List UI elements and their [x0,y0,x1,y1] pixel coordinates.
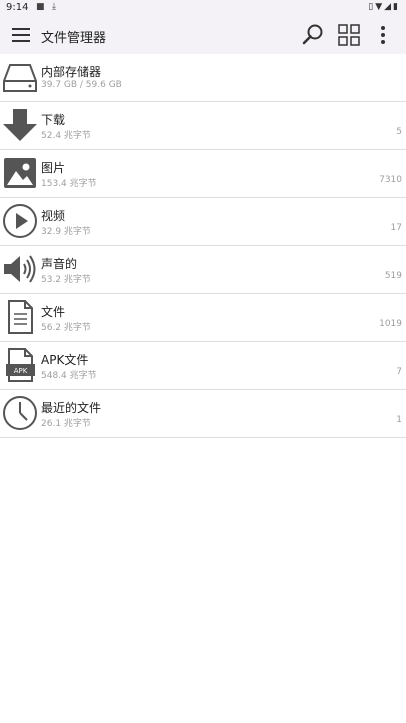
apk-icon: APK [6,348,35,382]
search-icon [302,24,323,45]
item-name: 最近的文件 [41,401,102,415]
wifi-icon: ▼ [375,2,385,12]
search-button[interactable] [300,22,326,48]
item-size: 52.4 兆字节 [41,131,91,141]
item-name: 图片 [41,161,66,175]
item-name: 下载 [41,113,66,127]
file-category-list: 内部存储器 39.7 GB / 59.6 GB 下载 52.4 兆字节 5 图片… [0,54,406,438]
item-size: 548.4 兆字节 [41,371,97,381]
item-name: 视频 [41,209,66,223]
document-icon [8,300,33,334]
item-name: 文件 [41,305,66,319]
status-bar: 9:14 ■ ⤓ ▯▼◢▮ [0,0,406,16]
item-count: 519 [384,271,402,281]
clock-icon [3,396,37,430]
item-count: 7310 [379,175,402,185]
list-item-audio[interactable]: 声音的 53.2 兆字节 519 [0,246,406,294]
item-size: 153.4 兆字节 [41,179,97,189]
item-count: 17 [390,223,402,233]
menu-icon-line [12,40,30,42]
app-title: 文件管理器 [41,31,107,46]
item-count: 5 [396,127,402,137]
item-count: 7 [396,367,402,377]
menu-button[interactable] [10,25,32,45]
download-notification-icon: ⤓ [52,2,56,12]
more-options-button[interactable] [372,22,394,48]
list-item-documents[interactable]: 文件 56.2 兆字节 1019 [0,294,406,342]
app-bar: 文件管理器 [0,16,406,54]
item-size: 39.7 GB / 59.6 GB [41,80,122,90]
list-item-downloads[interactable]: 下载 52.4 兆字节 5 [0,102,406,150]
list-item-videos[interactable]: 视频 32.9 兆字节 17 [0,198,406,246]
grid-icon [338,24,360,46]
item-size: 26.1 兆字节 [41,419,91,429]
menu-icon-line [12,34,30,36]
item-name: 内部存储器 [41,65,102,79]
speaker-icon [4,255,36,283]
status-time: 9:14 [6,2,29,13]
item-size: 53.2 兆字节 [41,275,91,285]
item-size: 32.9 兆字节 [41,227,91,237]
status-icons: ▯▼◢▮ [368,2,400,12]
item-name: 声音的 [41,257,78,271]
image-icon [4,158,36,188]
item-count: 1019 [379,319,402,329]
grid-view-button[interactable] [336,22,362,48]
battery-icon: ▮ [393,2,400,12]
item-size: 56.2 兆字节 [41,323,91,333]
play-icon [3,204,37,238]
menu-icon [12,28,30,30]
item-count: 1 [396,415,402,425]
list-item-pictures[interactable]: 图片 153.4 兆字节 7310 [0,150,406,198]
apk-icon-label: APK [14,367,28,375]
signal-icon: ◢ [384,2,394,12]
more-vert-icon [381,26,385,44]
item-name: APK文件 [41,353,89,367]
notification-icon: ■ [36,2,45,12]
list-item-recent-files[interactable]: 最近的文件 26.1 兆字节 1 [0,390,406,438]
list-item-apk-files[interactable]: APK APK文件 548.4 兆字节 7 [0,342,406,390]
list-item-internal-storage[interactable]: 内部存储器 39.7 GB / 59.6 GB [0,54,406,102]
download-icon [3,109,37,141]
drive-icon [3,64,37,92]
